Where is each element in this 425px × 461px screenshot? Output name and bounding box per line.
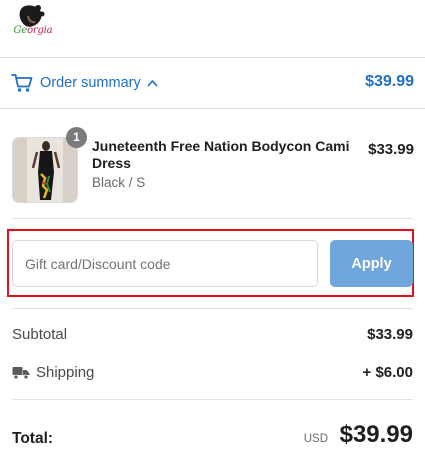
product-variant: Black / S [92, 175, 146, 190]
subtotal-value: $33.99 [367, 326, 413, 343]
apply-discount-button[interactable]: Apply [330, 240, 413, 287]
logo-hair-graphic [19, 5, 45, 27]
total-label: Total: [12, 430, 54, 447]
divider [12, 218, 413, 219]
truck-icon [12, 367, 30, 380]
divider [12, 308, 413, 309]
product-image [13, 138, 77, 202]
cart-icon [11, 74, 33, 92]
currency-code: USD [303, 433, 328, 445]
product-thumbnail [12, 137, 78, 203]
order-summary-label: Order summary [40, 75, 141, 91]
shipping-value: + $6.00 [362, 364, 413, 381]
chevron-up-icon [147, 80, 158, 87]
summary-total-price: $39.99 [365, 73, 414, 90]
product-name: Juneteenth Free Nation Bodycon Cami Dres… [92, 138, 350, 171]
product-price: $33.99 [368, 141, 414, 158]
checkout-page: Georgia Order summary $39.99 1 Juneteent… [0, 0, 425, 461]
line-item: 1 Juneteenth Free Nation Bodycon Cami Dr… [12, 127, 414, 207]
logo-wordmark: Georgia [13, 25, 53, 36]
discount-code-input[interactable] [12, 240, 318, 287]
grand-total: $39.99 [339, 421, 413, 448]
order-summary-toggle[interactable]: Order summary [11, 71, 158, 95]
header: Georgia [0, 0, 425, 58]
store-logo[interactable]: Georgia [11, 2, 55, 46]
shipping-label: Shipping [36, 364, 95, 381]
order-summary-bar: Order summary $39.99 [0, 58, 425, 109]
divider [12, 399, 413, 400]
subtotal-label: Subtotal [12, 326, 68, 343]
quantity-badge: 1 [66, 127, 87, 148]
